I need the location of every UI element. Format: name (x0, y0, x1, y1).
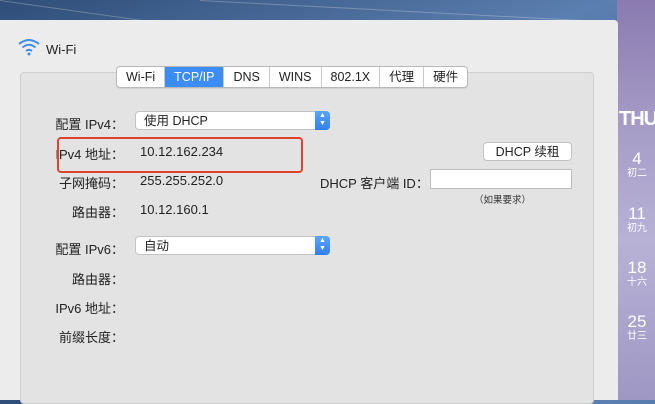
tab-tcpip[interactable]: TCP/IP (165, 67, 225, 87)
tab-proxy[interactable]: 代理 (380, 67, 425, 87)
configure-ipv6-value: 自动 (144, 239, 170, 253)
ipv6-address-label: IPv6 地址： (55, 301, 124, 316)
configure-ipv4-select[interactable]: 使用 DHCP ▲ ▼ (135, 111, 330, 130)
calendar-day: 25 廿三 (627, 312, 647, 343)
subnet-mask-label: 子网掩码： (58, 176, 124, 191)
router-ipv4-value: 10.12.160.1 (140, 202, 209, 217)
calendar-weekday: THU (619, 108, 655, 130)
tab-wins[interactable]: WINS (270, 67, 322, 87)
network-settings-window: Wi-Fi Wi-Fi TCP/IP DNS WINS 802.1X 代理 硬件… (0, 20, 618, 404)
tab-wifi[interactable]: Wi-Fi (117, 67, 166, 87)
configure-ipv4-label: 配置 IPv4： (55, 117, 124, 132)
calendar-day: 4 初二 (627, 149, 647, 180)
configure-ipv6-label: 配置 IPv6： (55, 242, 124, 257)
prefix-length-label: 前缀长度： (58, 330, 124, 345)
router-ipv4-label: 路由器： (71, 205, 124, 220)
configure-ipv6-select[interactable]: 自动 ▲ ▼ (135, 236, 330, 255)
tab-8021x[interactable]: 802.1X (322, 67, 381, 87)
dhcp-client-id-label: DHCP 客户端 ID： (320, 176, 429, 191)
dhcp-renew-button[interactable]: DHCP 续租 (483, 142, 572, 161)
dhcp-client-id-field[interactable] (430, 169, 572, 189)
configure-ipv4-value: 使用 DHCP (144, 114, 208, 128)
tab-hardware[interactable]: 硬件 (424, 67, 467, 87)
tab-bar: Wi-Fi TCP/IP DNS WINS 802.1X 代理 硬件 (116, 66, 469, 88)
wifi-icon (18, 38, 40, 61)
calendar-widget: THU 4 初二 11 初九 18 十六 25 廿三 (617, 0, 655, 400)
window-header: Wi-Fi (18, 38, 76, 61)
calendar-day: 11 初九 (627, 204, 647, 235)
calendar-day: 18 十六 (627, 258, 647, 289)
dhcp-client-id-note: （如果要求） (474, 195, 532, 206)
tab-dns[interactable]: DNS (224, 67, 270, 87)
subnet-mask-value: 255.255.252.0 (140, 173, 224, 188)
router-ipv6-label: 路由器： (71, 272, 124, 287)
window-title: Wi-Fi (46, 42, 77, 57)
chevron-updown-icon: ▲ ▼ (315, 111, 330, 130)
chevron-updown-icon: ▲ ▼ (315, 236, 330, 255)
highlight-box (57, 137, 303, 173)
